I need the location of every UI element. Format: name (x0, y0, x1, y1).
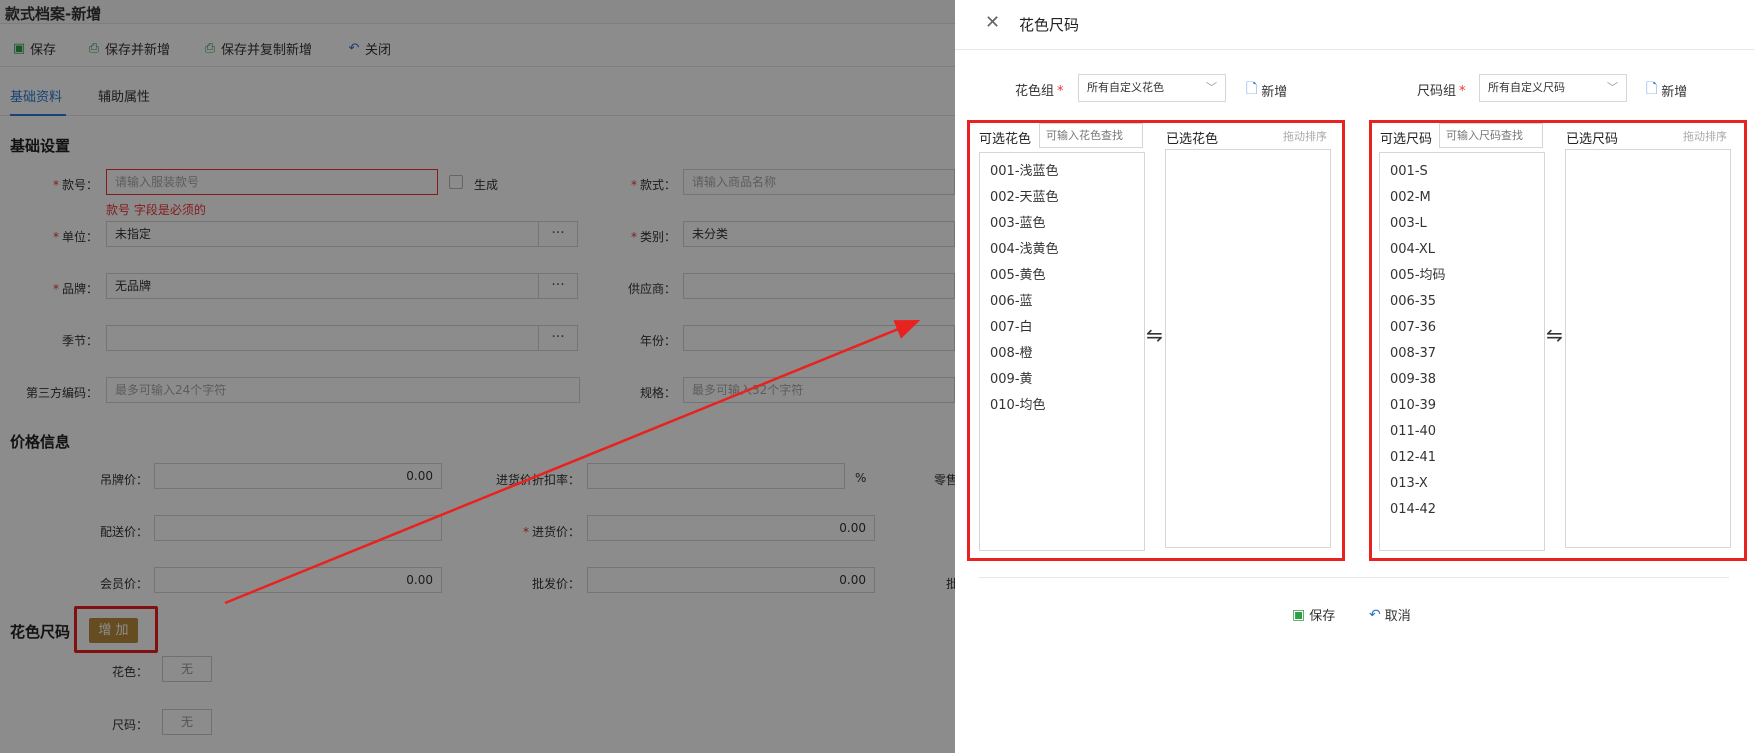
color-list-item[interactable]: 009-黄 (980, 367, 1144, 393)
dialog-save-label: 保存 (1309, 609, 1336, 624)
color-size-dialog: ✕ 花色尺码 花色组 * 所有自定义花色 ﹀ 🗋 新增 尺码组 * 所有自定义尺码 … (955, 0, 1754, 753)
dialog-footer-divider (979, 577, 1729, 578)
available-sizes-list[interactable]: 001-S 002-M 003-L 004-XL 005-均码 006-35 007-36 0… (1379, 152, 1545, 551)
size-list-item[interactable]: 004-XL (1380, 237, 1544, 263)
size-list-item[interactable]: 013-X (1380, 471, 1544, 497)
available-sizes-label: 可选尺码 (1380, 132, 1433, 147)
size-list-item[interactable]: 007-36 (1380, 315, 1544, 341)
available-colors-label: 可选花色 (979, 132, 1032, 147)
color-search-input[interactable]: 可输入花色查找 (1039, 123, 1143, 148)
available-colors-list[interactable]: 001-浅蓝色 002-天蓝色 003-蓝色 004-浅黄色 005-黄色 006-蓝 00… (979, 152, 1145, 551)
chevron-down-icon: ﹀ (1206, 81, 1217, 94)
color-list-item[interactable]: 005-黄色 (980, 263, 1144, 289)
color-list-item[interactable]: 007-白 (980, 315, 1144, 341)
size-list-item[interactable]: 005-均码 (1380, 263, 1544, 289)
dialog-cancel-label: 取消 (1384, 609, 1411, 624)
selected-colors-list[interactable] (1165, 149, 1331, 548)
new-file-icon: 🗋 (1246, 81, 1258, 97)
color-list-item[interactable]: 003-蓝色 (980, 211, 1144, 237)
close-icon[interactable]: ✕ (985, 12, 1000, 33)
size-drag-hint: 拖动排序 (1683, 130, 1727, 143)
new-size-button[interactable]: 🗋 新增 (1646, 78, 1687, 102)
dialog-header-divider (955, 49, 1754, 50)
dialog-title: 花色尺码 (1019, 16, 1080, 34)
new-color-label: 新增 (1261, 84, 1288, 100)
color-group-label: 花色组 * (1015, 84, 1064, 99)
color-list-item[interactable]: 001-浅蓝色 (980, 159, 1144, 185)
undo-icon: ↶ (1369, 606, 1381, 623)
color-list-item[interactable]: 006-蓝 (980, 289, 1144, 315)
swap-icon[interactable]: ⇋ (1546, 323, 1563, 347)
color-list-item[interactable]: 002-天蓝色 (980, 185, 1144, 211)
size-list-item[interactable]: 012-41 (1380, 445, 1544, 471)
color-group-value: 所有自定义花色 (1087, 81, 1164, 94)
size-list-item[interactable]: 011-40 (1380, 419, 1544, 445)
color-group-select[interactable]: 所有自定义花色 ﹀ (1078, 74, 1226, 102)
modal-overlay[interactable] (0, 0, 955, 753)
color-list-item[interactable]: 010-均色 (980, 393, 1144, 419)
size-list-item[interactable]: 010-39 (1380, 393, 1544, 419)
selected-sizes-list[interactable] (1565, 149, 1731, 548)
color-list-item[interactable]: 008-橙 (980, 341, 1144, 367)
dialog-save-button[interactable]: ▣ 保存 (1292, 605, 1336, 625)
size-list-item[interactable]: 002-M (1380, 185, 1544, 211)
selected-sizes-label: 已选尺码 (1566, 132, 1619, 147)
size-list-item[interactable]: 003-L (1380, 211, 1544, 237)
size-group-value: 所有自定义尺码 (1488, 81, 1565, 94)
selected-colors-label: 已选花色 (1166, 132, 1219, 147)
swap-icon[interactable]: ⇋ (1146, 323, 1163, 347)
save-icon: ▣ (1292, 606, 1306, 623)
color-drag-hint: 拖动排序 (1283, 130, 1327, 143)
size-group-label: 尺码组 * (1417, 84, 1466, 99)
size-search-input[interactable]: 可输入尺码查找 (1439, 123, 1543, 148)
size-list-item[interactable]: 006-35 (1380, 289, 1544, 315)
new-file-icon: 🗋 (1646, 81, 1658, 97)
size-list-item[interactable]: 001-S (1380, 159, 1544, 185)
color-list-item[interactable]: 004-浅黄色 (980, 237, 1144, 263)
size-list-item[interactable]: 009-38 (1380, 367, 1544, 393)
size-group-select[interactable]: 所有自定义尺码 ﹀ (1479, 74, 1627, 102)
chevron-down-icon: ﹀ (1607, 81, 1618, 94)
size-list-item[interactable]: 008-37 (1380, 341, 1544, 367)
dialog-cancel-button[interactable]: ↶ 取消 (1369, 605, 1411, 625)
new-color-button[interactable]: 🗋 新增 (1246, 78, 1287, 102)
size-list-item[interactable]: 014-42 (1380, 497, 1544, 523)
new-size-label: 新增 (1661, 84, 1688, 100)
